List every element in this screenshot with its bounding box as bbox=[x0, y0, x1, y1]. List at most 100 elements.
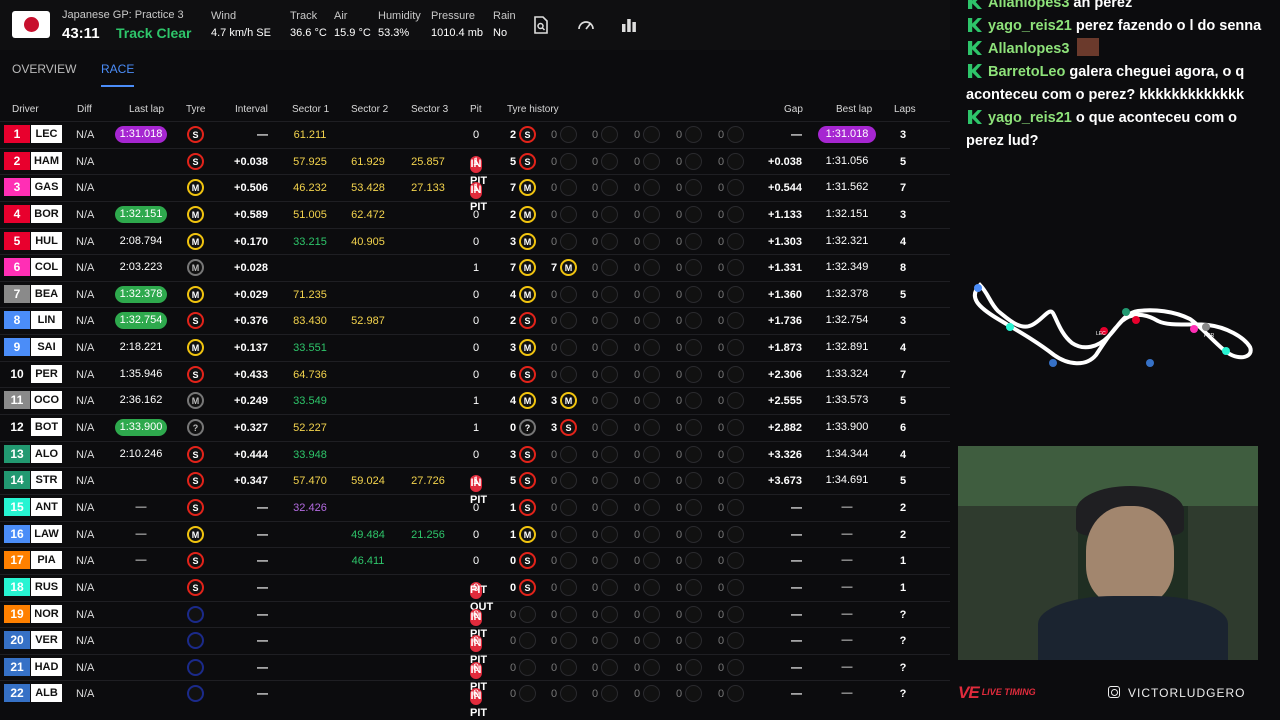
interval-value: +0.028 bbox=[234, 262, 268, 275]
diff-value: N/A bbox=[76, 635, 95, 648]
tab-overview[interactable]: OVERVIEW bbox=[12, 62, 76, 76]
interval-value: +0.444 bbox=[234, 448, 268, 461]
stint-laps: 0 bbox=[675, 448, 683, 461]
stint-tyre-icon bbox=[601, 605, 618, 623]
table-row[interactable]: 5 HUL N/A 2:08.794 M +0.170 33.215 40.905 0 3 M 0 0 0… bbox=[0, 227, 950, 255]
stint-laps: 3 bbox=[509, 342, 517, 355]
stint-tyre-icon: S bbox=[519, 552, 536, 570]
tab-race[interactable]: RACE bbox=[101, 62, 135, 87]
diff-value: N/A bbox=[76, 555, 95, 568]
last-lap: 2:03.223 bbox=[119, 261, 163, 274]
table-row[interactable]: 14 STR N/A IN PIT S +0.347 57.470 59.024 27.726 1… bbox=[0, 467, 950, 506]
table-row[interactable]: 21 HAD N/A IN PIT —0 0 0 0 0 0 0— —? bbox=[0, 653, 950, 693]
speedometer-icon[interactable] bbox=[577, 16, 595, 34]
position-badge: 20 bbox=[4, 631, 30, 650]
lap-count: 1 bbox=[899, 555, 907, 568]
mod-badge-icon bbox=[968, 0, 982, 9]
diff-value: N/A bbox=[76, 368, 95, 381]
stint-laps: 0 bbox=[633, 688, 641, 701]
gap-value: +3.673 bbox=[768, 475, 802, 488]
table-row[interactable]: 17 PIA N/A — S —46.411 0 0 S 0 0 0 0 0— —1 bbox=[0, 547, 950, 574]
interval-value: — bbox=[257, 688, 268, 701]
position-badge: 16 bbox=[4, 524, 30, 543]
car-marker bbox=[1146, 359, 1154, 367]
table-row[interactable]: 8 LIN N/A 1:32.754 S +0.376 83.430 52.987 0 2 S 0 0 0… bbox=[0, 307, 950, 334]
stint-laps: 3 bbox=[509, 235, 517, 248]
table-row[interactable]: 2 HAM N/A IN PIT S +0.038 57.925 61.929 25.857 1 5… bbox=[0, 147, 950, 187]
stint-tyre-icon bbox=[727, 472, 744, 490]
col-sector-3: Sector 3 bbox=[411, 104, 449, 115]
table-row[interactable]: 13 ALO N/A 2:10.246 S +0.444 33.948 0 3 S 0 0 0 0 0 +3.… bbox=[0, 440, 950, 468]
stint-tyre-icon bbox=[685, 605, 702, 623]
table-row[interactable]: 16 LAW N/A — M —49.484 21.256 0 1 M 0 0 0 0 0— —2 bbox=[0, 520, 950, 548]
stint-laps: 0 bbox=[550, 635, 558, 648]
driver-code: COL bbox=[31, 258, 62, 277]
table-row[interactable]: 1 LEC N/A 1:31.018 S —61.211 0 2 S 0 0 0 0 0—1:31.018… bbox=[0, 121, 950, 148]
stint-laps: 0 bbox=[550, 342, 558, 355]
pit-count: 0 bbox=[472, 581, 480, 594]
stint-tyre-icon: M bbox=[560, 259, 577, 277]
col-diff: Diff bbox=[77, 104, 92, 115]
gap-value: +1.331 bbox=[768, 262, 802, 275]
table-row[interactable]: 9 SAI N/A 2:18.221 M +0.137 33.551 0 3 M 0 0 0 0 0 +1.8… bbox=[0, 334, 950, 361]
lap-count: 6 bbox=[899, 422, 907, 435]
stint-tyre-icon bbox=[685, 232, 702, 250]
table-row[interactable]: 7 BEA N/A 1:32.378 M +0.029 71.235 0 4 M 0 0 0 0 0 +1.3… bbox=[0, 280, 950, 308]
sector-1-time: 46.232 bbox=[293, 182, 327, 195]
table-row[interactable]: 15 ANT N/A — S —32.426 0 1 S 0 0 0 0 0— —2 bbox=[0, 493, 950, 521]
interval-value: +0.038 bbox=[234, 155, 268, 168]
table-row[interactable]: 18 RUS N/A PIT OUT S —0 0 S 0 0 0 0 0— —1 bbox=[0, 573, 950, 613]
stint-laps: 0 bbox=[633, 501, 641, 514]
table-row[interactable]: 11 OCO N/A 2:36.162 M +0.249 33.549 1 4 M 3 M 0 0 0 0 +2… bbox=[0, 387, 950, 414]
bar-chart-icon[interactable] bbox=[620, 16, 638, 34]
stint-tyre-icon bbox=[560, 126, 577, 143]
stint-laps: 0 bbox=[591, 288, 599, 301]
interval-value: — bbox=[257, 661, 268, 674]
table-row[interactable]: 10 PER N/A 1:35.946 S +0.433 64.736 0 6 S 0 0 0 0 0 +2.… bbox=[0, 360, 950, 388]
stint-laps: 0 bbox=[509, 422, 517, 435]
best-lap: 1:32.349 bbox=[825, 261, 869, 274]
timing-table: Driver Diff Last lap Tyre Interval Secto… bbox=[0, 97, 950, 719]
session-header: Japanese GP: Practice 3 43:11 Track Clea… bbox=[0, 0, 950, 50]
table-row[interactable]: 19 NOR N/A IN PIT —0 0 0 0 0 0 0— —? bbox=[0, 600, 950, 640]
stint-tyre-icon bbox=[727, 498, 744, 516]
stint-laps: 0 bbox=[591, 528, 599, 541]
interval-value: +0.506 bbox=[234, 182, 268, 195]
table-row[interactable]: 12 BOT N/A 1:33.900? +0.327 52.227 1 0? 3 S 0 0 0 0 +2… bbox=[0, 414, 950, 441]
position-badge: 5 bbox=[4, 231, 30, 250]
sector-1-time: 33.215 bbox=[293, 235, 327, 248]
stint-tyre-icon bbox=[643, 552, 660, 570]
stint-laps: 0 bbox=[591, 235, 599, 248]
position-badge: 10 bbox=[10, 366, 24, 381]
position-badge: 14 bbox=[4, 471, 30, 490]
current-tyre-icon: M bbox=[187, 232, 204, 250]
table-row[interactable]: 4 BOR N/A 1:32.151 M +0.589 51.005 62.472 0 2 M 0 0 0… bbox=[0, 200, 950, 228]
stint-laps: 0 bbox=[550, 315, 558, 328]
track-map: LEC PER bbox=[958, 215, 1280, 445]
table-row[interactable]: 20 VER N/A IN PIT —0 0 0 0 0 0 0— —? bbox=[0, 627, 950, 666]
diff-value: N/A bbox=[76, 395, 95, 408]
pit-count: 0 bbox=[472, 129, 480, 141]
col-gap: Gap bbox=[784, 104, 803, 115]
lap-count: 5 bbox=[899, 475, 907, 488]
search-doc-icon[interactable] bbox=[532, 16, 550, 34]
sector-1-time: 57.470 bbox=[293, 475, 327, 488]
weather-rain: Rain No bbox=[493, 10, 516, 39]
gap-value: +1.133 bbox=[768, 208, 802, 221]
current-tyre-icon: M bbox=[187, 285, 204, 303]
table-row[interactable]: 6 COL N/A 2:03.223 M +0.028 1 7 M 7 M 0 0 0 0 +1.331 1:3… bbox=[0, 254, 950, 281]
stint-tyre-icon: S bbox=[519, 498, 536, 516]
table-row[interactable]: 22 ALB N/A IN PIT —0 0 0 0 0 0 0— —? bbox=[0, 680, 950, 719]
stint-tyre-icon: M bbox=[519, 232, 536, 250]
stint-tyre-icon bbox=[643, 605, 660, 623]
stint-laps: 0 bbox=[633, 288, 641, 301]
stint-tyre-icon bbox=[643, 126, 660, 143]
current-tyre-icon: S bbox=[187, 152, 204, 170]
stint-laps: 0 bbox=[509, 608, 517, 621]
stint-tyre-icon bbox=[601, 578, 618, 596]
stint-tyre-icon bbox=[560, 472, 577, 490]
table-row[interactable]: 3 GAS N/A IN PIT M +0.506 46.232 53.428 27.133 1 7… bbox=[0, 174, 950, 213]
sector-2-time: 62.472 bbox=[351, 208, 385, 221]
col-pit: Pit bbox=[470, 104, 482, 115]
driver-code: PER bbox=[31, 364, 62, 383]
